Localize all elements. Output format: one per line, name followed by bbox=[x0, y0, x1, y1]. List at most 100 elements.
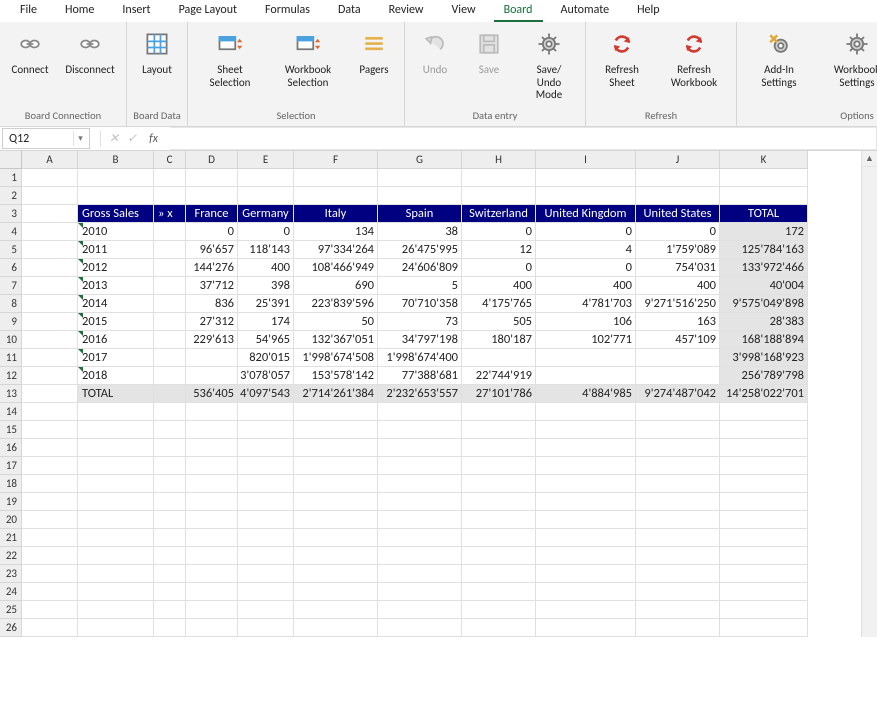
data-cell[interactable]: 754'031 bbox=[636, 259, 720, 277]
data-cell[interactable] bbox=[22, 331, 78, 349]
data-cell[interactable] bbox=[154, 295, 186, 313]
empty-cell[interactable] bbox=[78, 421, 154, 439]
data-cell[interactable] bbox=[636, 367, 720, 385]
data-cell[interactable]: 180'187 bbox=[462, 331, 536, 349]
row-header-17[interactable]: 17 bbox=[0, 457, 22, 475]
empty-cell[interactable] bbox=[294, 439, 378, 457]
empty-cell[interactable] bbox=[238, 439, 294, 457]
empty-cell[interactable] bbox=[462, 187, 536, 205]
data-cell[interactable] bbox=[186, 367, 238, 385]
total-cell[interactable]: 4'097'543 bbox=[238, 385, 294, 403]
data-cell[interactable]: 153'578'142 bbox=[294, 367, 378, 385]
empty-cell[interactable] bbox=[186, 187, 238, 205]
empty-cell[interactable] bbox=[462, 439, 536, 457]
header-cell-I[interactable]: United Kingdom bbox=[536, 205, 636, 223]
col-header-B[interactable]: B bbox=[78, 151, 154, 169]
empty-cell[interactable] bbox=[186, 169, 238, 187]
ribbon-btn-connect[interactable]: Connect bbox=[6, 26, 54, 77]
empty-cell[interactable] bbox=[154, 439, 186, 457]
empty-cell[interactable] bbox=[720, 493, 808, 511]
data-cell[interactable]: 820'015 bbox=[238, 349, 294, 367]
empty-cell[interactable] bbox=[378, 475, 462, 493]
empty-cell[interactable] bbox=[462, 403, 536, 421]
data-cell[interactable]: 229'613 bbox=[186, 331, 238, 349]
menu-tab-insert[interactable]: Insert bbox=[108, 0, 164, 21]
empty-cell[interactable] bbox=[154, 511, 186, 529]
row-header-4[interactable]: 4 bbox=[0, 223, 22, 241]
empty-cell[interactable] bbox=[462, 493, 536, 511]
empty-cell[interactable] bbox=[378, 187, 462, 205]
data-cell[interactable]: 457'109 bbox=[636, 331, 720, 349]
ribbon-btn-save[interactable]: Save bbox=[465, 26, 513, 77]
data-cell[interactable] bbox=[22, 349, 78, 367]
empty-cell[interactable] bbox=[78, 583, 154, 601]
empty-cell[interactable] bbox=[636, 511, 720, 529]
data-cell[interactable]: 223'839'596 bbox=[294, 295, 378, 313]
empty-cell[interactable] bbox=[238, 421, 294, 439]
row-header-12[interactable]: 12 bbox=[0, 367, 22, 385]
empty-cell[interactable] bbox=[294, 169, 378, 187]
data-cell[interactable]: 97'334'264 bbox=[294, 241, 378, 259]
menu-tab-help[interactable]: Help bbox=[623, 0, 674, 21]
empty-cell[interactable] bbox=[378, 439, 462, 457]
name-box[interactable]: Q12 ▾ bbox=[2, 128, 90, 149]
spreadsheet-grid[interactable]: ABCDEFGHIJK123Gross Sales» xFranceGerman… bbox=[0, 151, 877, 637]
empty-cell[interactable] bbox=[238, 619, 294, 637]
empty-cell[interactable] bbox=[186, 619, 238, 637]
row-header-1[interactable]: 1 bbox=[0, 169, 22, 187]
row-header-6[interactable]: 6 bbox=[0, 259, 22, 277]
row-header-2[interactable]: 2 bbox=[0, 187, 22, 205]
data-cell[interactable]: 144'276 bbox=[186, 259, 238, 277]
ribbon-btn-add-in-settings[interactable]: Add-InSettings bbox=[743, 26, 815, 89]
empty-cell[interactable] bbox=[186, 511, 238, 529]
data-cell[interactable]: 106 bbox=[536, 313, 636, 331]
empty-cell[interactable] bbox=[536, 511, 636, 529]
empty-cell[interactable] bbox=[238, 511, 294, 529]
data-cell[interactable]: 1'998'674'400 bbox=[378, 349, 462, 367]
empty-cell[interactable] bbox=[78, 493, 154, 511]
data-cell[interactable]: 400 bbox=[536, 277, 636, 295]
data-cell[interactable]: 9'575'049'898 bbox=[720, 295, 808, 313]
total-cell[interactable]: 27'101'786 bbox=[462, 385, 536, 403]
empty-cell[interactable] bbox=[294, 601, 378, 619]
menu-tab-automate[interactable]: Automate bbox=[547, 0, 624, 21]
row-header-23[interactable]: 23 bbox=[0, 565, 22, 583]
col-header-I[interactable]: I bbox=[536, 151, 636, 169]
empty-cell[interactable] bbox=[78, 619, 154, 637]
header-cell-B[interactable]: Gross Sales bbox=[78, 205, 154, 223]
data-cell[interactable]: 836 bbox=[186, 295, 238, 313]
empty-cell[interactable] bbox=[536, 583, 636, 601]
empty-cell[interactable] bbox=[78, 547, 154, 565]
data-cell[interactable] bbox=[154, 313, 186, 331]
empty-cell[interactable] bbox=[78, 403, 154, 421]
data-cell[interactable] bbox=[22, 277, 78, 295]
empty-cell[interactable] bbox=[154, 169, 186, 187]
data-cell[interactable]: 505 bbox=[462, 313, 536, 331]
data-cell[interactable] bbox=[22, 367, 78, 385]
ribbon-btn-refresh-workbook[interactable]: RefreshWorkbook bbox=[658, 26, 730, 89]
ribbon-btn-undo[interactable]: Undo bbox=[411, 26, 459, 77]
empty-cell[interactable] bbox=[462, 601, 536, 619]
empty-cell[interactable] bbox=[238, 187, 294, 205]
data-cell[interactable]: 34'797'198 bbox=[378, 331, 462, 349]
empty-cell[interactable] bbox=[22, 547, 78, 565]
empty-cell[interactable] bbox=[636, 475, 720, 493]
empty-cell[interactable] bbox=[378, 457, 462, 475]
empty-cell[interactable] bbox=[720, 421, 808, 439]
empty-cell[interactable] bbox=[22, 583, 78, 601]
data-cell[interactable]: 0 bbox=[238, 223, 294, 241]
menu-tab-formulas[interactable]: Formulas bbox=[251, 0, 324, 21]
empty-cell[interactable] bbox=[238, 547, 294, 565]
empty-cell[interactable] bbox=[636, 187, 720, 205]
empty-cell[interactable] bbox=[536, 493, 636, 511]
empty-cell[interactable] bbox=[636, 583, 720, 601]
empty-cell[interactable] bbox=[22, 403, 78, 421]
data-cell[interactable] bbox=[186, 349, 238, 367]
empty-cell[interactable] bbox=[636, 403, 720, 421]
header-cell-F[interactable]: Italy bbox=[294, 205, 378, 223]
data-cell[interactable] bbox=[636, 349, 720, 367]
row-header-16[interactable]: 16 bbox=[0, 439, 22, 457]
menu-tab-home[interactable]: Home bbox=[51, 0, 108, 21]
row-header-11[interactable]: 11 bbox=[0, 349, 22, 367]
data-cell[interactable]: 9'271'516'250 bbox=[636, 295, 720, 313]
